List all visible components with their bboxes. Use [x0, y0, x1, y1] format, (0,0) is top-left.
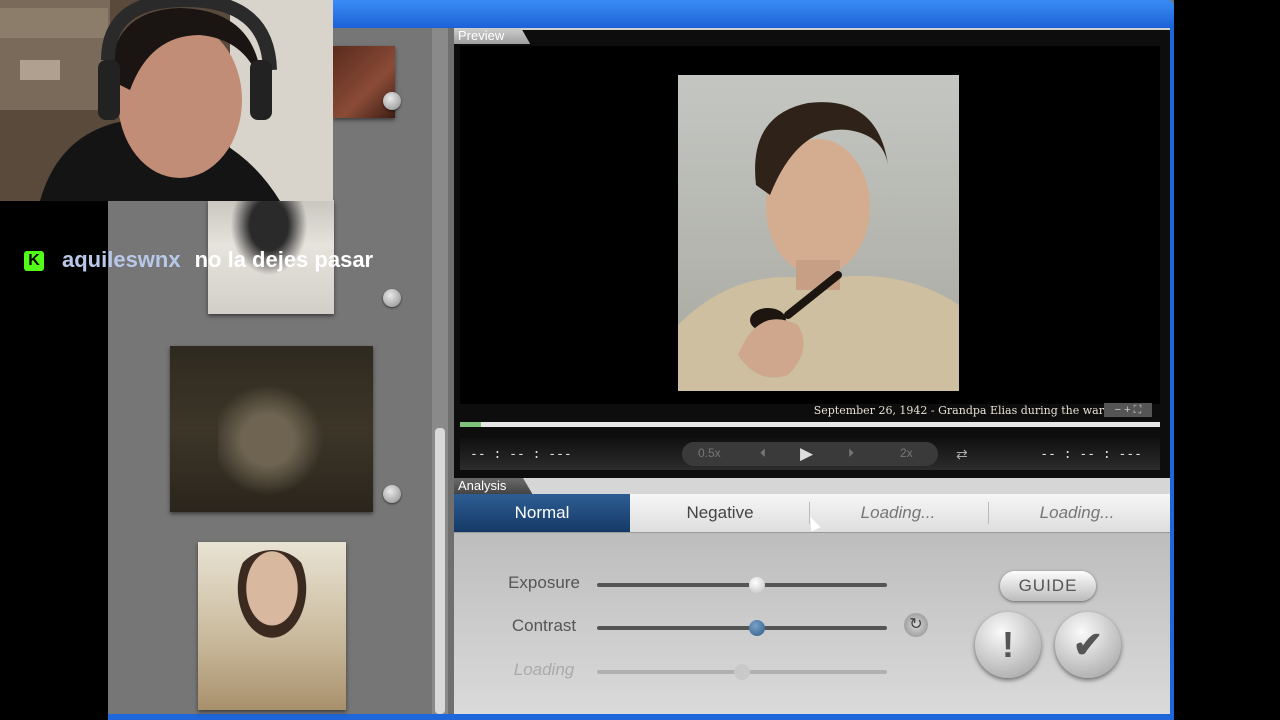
photo-thumbnail-3[interactable] [170, 346, 373, 512]
step-back-icon[interactable]: ⏴ [760, 446, 766, 461]
current-time: -- : -- : --- [470, 447, 572, 462]
reset-icon[interactable]: ↻ [904, 613, 928, 637]
webcam-feed-image [0, 0, 333, 201]
contrast-label: Contrast [511, 616, 577, 635]
sidebar-scrollbar[interactable] [432, 28, 448, 714]
confirm-button[interactable]: ✔ [1055, 612, 1121, 678]
window-frame-edge [1170, 28, 1174, 720]
step-forward-icon[interactable]: ⏵ [848, 446, 854, 461]
tab-normal[interactable]: Normal [454, 494, 630, 532]
transport-bar: -- : -- : --- 0.5x ⏴ ⏵ 2x ▶ ⇄ -- : -- : … [460, 438, 1160, 470]
chat-username: aquileswnx [62, 247, 181, 272]
webcam-overlay [0, 0, 333, 201]
zoom-controls[interactable]: − + ⛶ [1104, 403, 1152, 417]
tab-negative[interactable]: Negative [632, 494, 808, 532]
loading-slider[interactable] [597, 664, 887, 680]
speed-fast-button[interactable]: 2x [900, 446, 913, 460]
photo-thumbnail-4-selected[interactable] [198, 542, 346, 710]
loading-slider-label: Loading [513, 660, 575, 679]
analysis-panel: Analysis Normal Negative Loading... Load… [454, 478, 1170, 714]
thumbnail-check-icon[interactable] [383, 92, 401, 110]
playback-progress-bar[interactable] [460, 422, 1160, 427]
photo-caption: September 26, 1942 - Grandpa Elias durin… [813, 404, 1104, 417]
exposure-slider-knob[interactable] [748, 577, 765, 593]
analysis-panel-label: Analysis [454, 478, 533, 494]
thumbnail-check-icon[interactable] [383, 289, 401, 307]
window-titlebar[interactable] [333, 0, 1174, 28]
preview-viewport: September 26, 1942 - Grandpa Elias durin… [460, 46, 1160, 417]
adjustment-controls: Exposure Contrast ↻ Loading GUIDE ! ✔ [454, 533, 1170, 714]
playback-progress-fill [460, 422, 481, 427]
contrast-slider-knob[interactable] [748, 620, 765, 636]
tab-loading-1[interactable]: Loading... [810, 494, 986, 532]
loading-slider-knob[interactable] [734, 664, 750, 680]
guide-button[interactable]: GUIDE [1000, 571, 1096, 601]
sidebar-scroll-thumb[interactable] [435, 428, 445, 714]
exposure-label: Exposure [508, 573, 580, 592]
preview-panel: September 26, 1942 - Grandpa Elias durin… [454, 28, 1170, 478]
play-icon[interactable]: ▶ [800, 444, 813, 464]
preview-photo [678, 75, 959, 391]
thumbnail-check-icon[interactable] [383, 485, 401, 503]
exposure-slider[interactable] [597, 577, 887, 593]
speed-slow-button[interactable]: 0.5x [698, 446, 721, 460]
kick-logo-icon: K [24, 251, 44, 272]
preview-panel-label: Preview [454, 28, 531, 44]
total-time: -- : -- : --- [1040, 447, 1142, 462]
chat-message-text: no la dejes pasar [194, 247, 374, 272]
tab-loading-2[interactable]: Loading... [989, 494, 1165, 532]
stream-chat-message: Kaquileswnx no la dejes pasar [24, 245, 373, 275]
contrast-slider[interactable] [597, 620, 887, 636]
loop-icon[interactable]: ⇄ [956, 446, 968, 463]
window-frame-bottom [108, 714, 1174, 720]
thumbnail-portrait [232, 550, 312, 646]
thumbnail-figure [218, 380, 328, 500]
alert-button[interactable]: ! [975, 612, 1041, 678]
